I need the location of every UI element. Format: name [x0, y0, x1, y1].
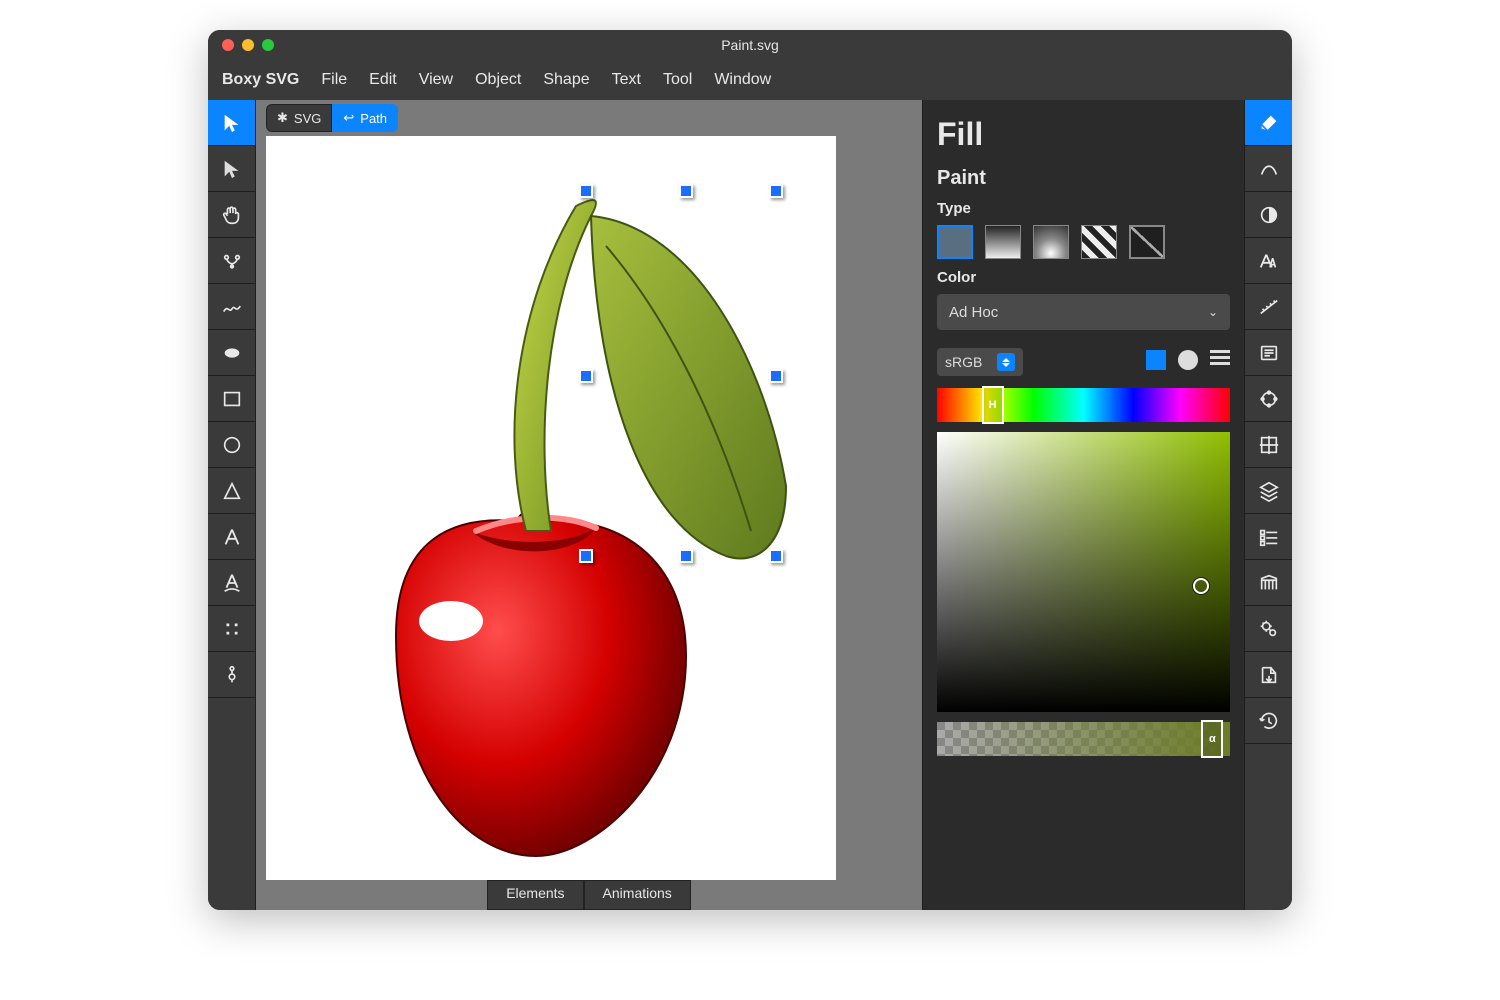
- picker-view-sliders-icon[interactable]: [1210, 350, 1230, 370]
- path-icon: ↩: [343, 110, 354, 126]
- bezier-tool[interactable]: [208, 238, 255, 284]
- saturation-value-box[interactable]: [937, 432, 1230, 712]
- hue-thumb[interactable]: H: [982, 386, 1004, 424]
- color-label: Color: [937, 269, 1230, 286]
- picker-view-toggles: [1146, 350, 1230, 370]
- ellipse-tool[interactable]: [208, 422, 255, 468]
- selection-handle[interactable]: [769, 549, 783, 563]
- window-title: Paint.svg: [208, 37, 1292, 53]
- selection-handle[interactable]: [579, 549, 593, 563]
- panel-rail-right: [1244, 100, 1292, 910]
- crop-tool[interactable]: [208, 606, 255, 652]
- menu-file[interactable]: File: [321, 71, 347, 89]
- fill-panel: Fill Paint Type Color Ad Hoc ⌄ sRGB: [922, 100, 1244, 910]
- geometry-panel-tab[interactable]: [1245, 284, 1292, 330]
- select-tool[interactable]: [208, 100, 255, 146]
- layers-panel-tab[interactable]: [1245, 468, 1292, 514]
- history-panel-tab[interactable]: [1245, 698, 1292, 744]
- paint-type-row: [937, 225, 1230, 259]
- library-panel-tab[interactable]: [1245, 560, 1292, 606]
- stroke-panel-tab[interactable]: [1245, 146, 1292, 192]
- titlebar: Paint.svg: [208, 30, 1292, 60]
- canvas[interactable]: [266, 136, 836, 880]
- close-window-button[interactable]: [222, 39, 234, 51]
- picker-view-square-icon[interactable]: [1146, 350, 1166, 370]
- crumb-path[interactable]: ↩ Path: [332, 104, 398, 132]
- compositing-panel-tab[interactable]: [1245, 192, 1292, 238]
- pan-tool[interactable]: [208, 192, 255, 238]
- traffic-lights: [222, 39, 274, 51]
- app-brand[interactable]: Boxy SVG: [222, 71, 299, 89]
- menu-shape[interactable]: Shape: [543, 71, 589, 89]
- hue-slider[interactable]: H: [937, 388, 1230, 422]
- menu-window[interactable]: Window: [714, 71, 771, 89]
- canvas-viewport[interactable]: [256, 136, 922, 880]
- typography-panel-tab[interactable]: [1245, 238, 1292, 284]
- type-label: Type: [937, 200, 1230, 217]
- alpha-thumb[interactable]: α: [1201, 720, 1223, 758]
- settings-panel-tab[interactable]: [1245, 606, 1292, 652]
- bottom-tabs: Elements Animations: [256, 880, 922, 910]
- asterisk-icon: ✱: [277, 110, 288, 126]
- paint-type-linear[interactable]: [985, 225, 1021, 259]
- zoom-window-button[interactable]: [262, 39, 274, 51]
- artwork-cherry: [266, 136, 836, 880]
- freehand-tool[interactable]: [208, 284, 255, 330]
- tool-rail-left: [208, 100, 256, 910]
- sv-thumb[interactable]: [1193, 578, 1209, 594]
- panel-title: Fill: [937, 116, 1230, 153]
- tab-elements[interactable]: Elements: [487, 880, 583, 910]
- alpha-slider[interactable]: α: [937, 722, 1230, 756]
- color-preset-select[interactable]: Ad Hoc ⌄: [937, 294, 1230, 330]
- paint-type-radial[interactable]: [1033, 225, 1069, 259]
- crumb-label: Path: [360, 111, 387, 126]
- paint-type-none[interactable]: [1129, 225, 1165, 259]
- objects-panel-tab[interactable]: [1245, 514, 1292, 560]
- color-preset-value: Ad Hoc: [949, 304, 998, 321]
- connector-tool[interactable]: [208, 652, 255, 698]
- selection-handle[interactable]: [579, 184, 593, 198]
- paint-type-solid[interactable]: [937, 225, 973, 259]
- selection-handle[interactable]: [769, 184, 783, 198]
- menu-view[interactable]: View: [419, 71, 453, 89]
- meta-panel-tab[interactable]: [1245, 330, 1292, 376]
- app-window: Paint.svg Boxy SVG File Edit View Object…: [208, 30, 1292, 910]
- breadcrumb: ✱ SVG ↩ Path: [256, 100, 922, 136]
- updown-icon: [997, 353, 1015, 371]
- selection-handle[interactable]: [679, 184, 693, 198]
- fill-panel-tab[interactable]: [1245, 100, 1292, 146]
- shape-panel-tab[interactable]: [1245, 376, 1292, 422]
- tab-animations[interactable]: Animations: [584, 880, 691, 910]
- selection-handle[interactable]: [579, 369, 593, 383]
- rectangle-tool[interactable]: [208, 376, 255, 422]
- text-path-tool[interactable]: [208, 560, 255, 606]
- text-tool[interactable]: [208, 514, 255, 560]
- selection-handle[interactable]: [769, 369, 783, 383]
- crumb-svg[interactable]: ✱ SVG: [266, 104, 332, 132]
- blob-tool[interactable]: [208, 330, 255, 376]
- arrange-panel-tab[interactable]: [1245, 422, 1292, 468]
- menubar: Boxy SVG File Edit View Object Shape Tex…: [208, 60, 1292, 100]
- triangle-tool[interactable]: [208, 468, 255, 514]
- app-body: ✱ SVG ↩ Path: [208, 100, 1292, 910]
- picker-view-wheel-icon[interactable]: [1178, 350, 1198, 370]
- canvas-area: ✱ SVG ↩ Path: [256, 100, 922, 910]
- color-space-select[interactable]: sRGB: [937, 348, 1023, 376]
- selection-handle[interactable]: [679, 549, 693, 563]
- panel-section: Paint: [937, 167, 1230, 190]
- export-panel-tab[interactable]: [1245, 652, 1292, 698]
- menu-text[interactable]: Text: [612, 71, 641, 89]
- color-space-value: sRGB: [945, 354, 982, 370]
- direct-select-tool[interactable]: [208, 146, 255, 192]
- crumb-label: SVG: [294, 111, 321, 126]
- paint-type-pattern[interactable]: [1081, 225, 1117, 259]
- minimize-window-button[interactable]: [242, 39, 254, 51]
- menu-object[interactable]: Object: [475, 71, 521, 89]
- menu-tool[interactable]: Tool: [663, 71, 692, 89]
- menu-edit[interactable]: Edit: [369, 71, 397, 89]
- chevron-down-icon: ⌄: [1208, 305, 1218, 319]
